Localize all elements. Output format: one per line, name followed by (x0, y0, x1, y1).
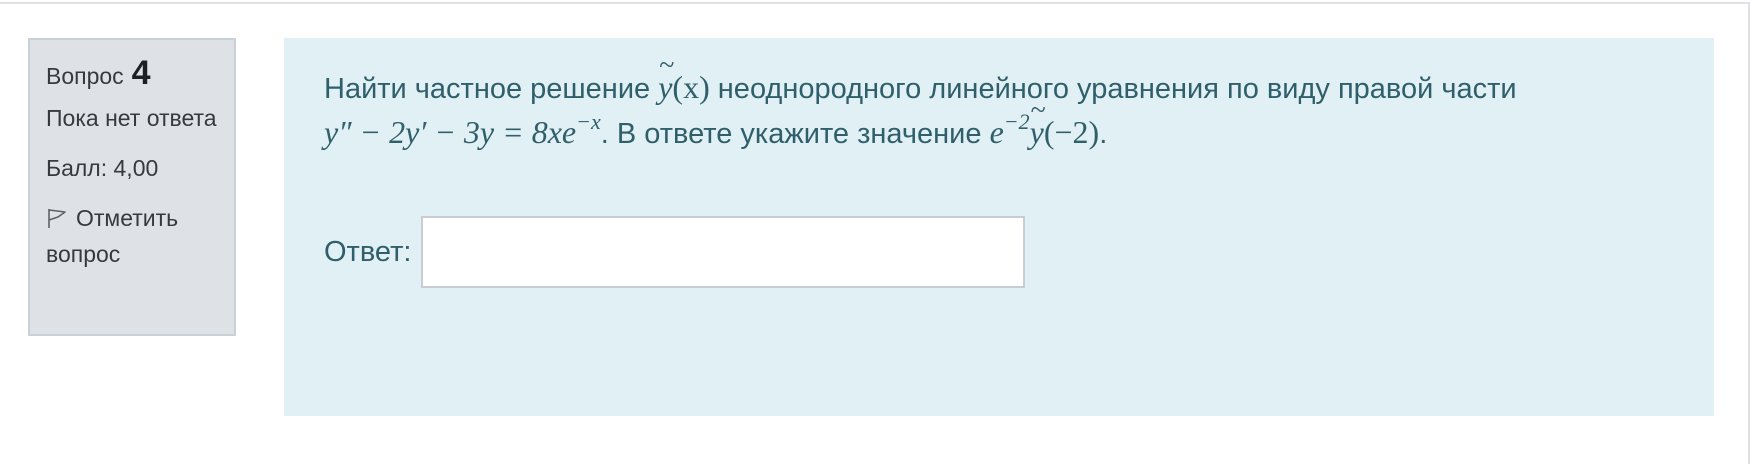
answer-input[interactable] (421, 216, 1026, 288)
answer-label: Ответ: (324, 235, 412, 268)
answer-expression: e−2y(−2) (990, 89, 1100, 150)
particular-solution-symbol: y(x) (658, 44, 710, 105)
flag-icon (46, 203, 68, 228)
quiz-page: Вопрос 4 Пока нет ответа Балл: 4,00 Отме… (0, 0, 1752, 464)
answer-row: Ответ: (324, 216, 1026, 288)
question-number: Вопрос 4 (46, 54, 220, 94)
question-text-end: . (1099, 118, 1108, 150)
question-content: Найти частное решение y(x) неоднородного… (284, 38, 1714, 416)
question-state: Пока нет ответа (46, 105, 217, 131)
right-divider (1748, 2, 1750, 464)
question-info-panel: Вопрос 4 Пока нет ответа Балл: 4,00 Отме… (28, 38, 236, 336)
question-text-part3: . В ответе укажите значение (600, 118, 982, 150)
question-number-value: 4 (131, 54, 151, 92)
question-label: Вопрос (46, 63, 124, 89)
question-grade: Балл: 4,00 (46, 155, 159, 181)
differential-equation: y″ − 2y′ − 3y = 8xe−x (324, 109, 601, 151)
question-text-part1: Найти частное решение (324, 73, 651, 105)
question-text: Найти частное решение y(x) неоднородного… (324, 44, 1674, 156)
flag-question-button[interactable]: Отметить вопрос (46, 200, 220, 272)
question-text-part2: неоднородного линейного уравнения по вид… (717, 73, 1517, 105)
top-divider (0, 2, 1748, 4)
